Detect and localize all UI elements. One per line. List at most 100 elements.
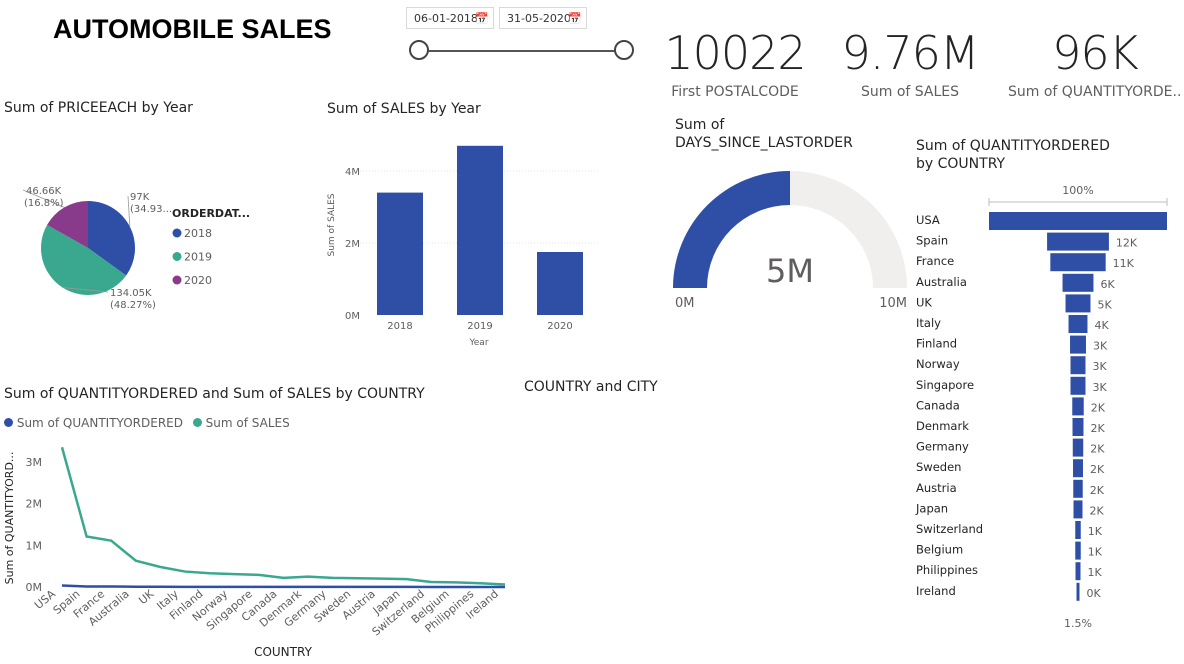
pie-slice-pct-label: (16.8%) [24, 198, 64, 209]
bar1-y-tick-label: 0M [345, 311, 360, 322]
bar1-x-tick-label: 2019 [467, 321, 492, 332]
funnel-category-label: Spain [916, 234, 948, 248]
funnel-bar-canada[interactable] [1072, 397, 1084, 416]
end-date-input[interactable]: 31-05-2020 📅 [499, 7, 587, 29]
pie-slice-value-label: 134.05K [110, 288, 152, 299]
funnel-bar-sweden[interactable] [1073, 459, 1083, 478]
pie-chart[interactable]: 97K(34.93... 134.05K(48.27%) 46.66K(16.8%)… [0, 170, 260, 330]
quantity-sales-line-chart[interactable]: 0M1M2M3M USASpainFranceAustralia UKItalyF… [0, 440, 520, 664]
bar1-y-tick-label: 4M [345, 167, 360, 178]
funnel-bar-spain[interactable] [1047, 232, 1109, 251]
funnel-bar-finland[interactable] [1070, 335, 1086, 354]
days-since-lastorder-gauge[interactable]: 5M 0M 10M [665, 160, 915, 320]
funnel-data-label: 1K [1088, 525, 1103, 538]
date-slider-end-handle[interactable] [614, 40, 634, 60]
sales-year-x-axis-title: Year [468, 338, 488, 348]
funnel-bar-japan[interactable] [1073, 500, 1083, 519]
start-date-input[interactable]: 06-01-2018 📅 [406, 7, 494, 29]
funnel-bar-switzerland[interactable] [1075, 521, 1081, 539]
funnel-data-label: 6K [1100, 278, 1115, 291]
card-quantity-value: 96K [1052, 26, 1139, 80]
card-quantity-label: Sum of QUANTITYORDE... [1008, 84, 1182, 100]
funnel-category-label: Japan [915, 501, 948, 515]
funnel-bar-usa[interactable] [989, 212, 1167, 230]
funnel-category-label: Finland [916, 337, 957, 351]
bar1-bar-2020[interactable] [537, 252, 583, 315]
pie-legend-marker [172, 228, 182, 238]
funnel-bar-ireland[interactable] [1076, 582, 1080, 601]
line-chart-legend: Sum of QUANTITYORDERED Sum of SALES [4, 416, 290, 430]
pie-legend-marker [172, 252, 182, 261]
funnel-top-label: 100% [1062, 184, 1093, 197]
legend-marker-sales [192, 418, 202, 427]
funnel-bar-germany[interactable] [1072, 438, 1084, 457]
calendar-icon[interactable]: 📅 [475, 8, 489, 30]
funnel-bar-italy[interactable] [1068, 315, 1088, 333]
funnel-bar-austria[interactable] [1073, 479, 1083, 498]
pie-legend-label[interactable]: 2019 [184, 251, 212, 264]
gauge-value-label: 5M [766, 252, 814, 290]
card-postalcode-value: 10022 [664, 26, 806, 80]
start-date-value: 06-01-2018 [414, 12, 478, 25]
funnel-data-label: 2K [1089, 504, 1104, 517]
funnel-bottom-label: 1.5% [1064, 617, 1092, 630]
report-title: AUTOMOBILE SALES [53, 14, 332, 44]
quantity-by-country-funnel[interactable]: 100% USA Spain 12K France 11K Australia 6K UK 5K… [905, 178, 1180, 633]
gauge-min-label: 0M [675, 296, 695, 311]
line-series-quantity[interactable] [61, 584, 506, 589]
funnel-bar-singapore[interactable] [1070, 376, 1086, 395]
line-y-tick-label: 2M [26, 498, 43, 511]
bar1-bar-2018[interactable] [377, 192, 423, 315]
funnel-data-label: 3K [1092, 381, 1107, 394]
pie-legend-label[interactable]: 2018 [184, 227, 212, 240]
legend-label-quantity[interactable]: Sum of QUANTITYORDERED [17, 416, 183, 430]
date-slider-start-handle[interactable] [409, 40, 429, 60]
funnel-category-label: Canada [916, 398, 960, 412]
funnel-data-label: 1K [1088, 546, 1103, 559]
line-x-axis-title: COUNTRY [254, 645, 312, 659]
funnel-bar-philippines[interactable] [1075, 562, 1081, 581]
funnel-category-label: Philippines [916, 563, 978, 577]
legend-marker-quantity [4, 418, 13, 427]
funnel-bar-france[interactable] [1050, 253, 1106, 272]
funnel-data-label: 2K [1091, 401, 1106, 414]
funnel-data-label: 2K [1090, 463, 1105, 476]
line-x-tick-label: UK [136, 587, 157, 607]
funnel-data-label: 2K [1090, 443, 1105, 456]
line-y-tick-label: 3M [26, 456, 43, 469]
card-sales-label: Sum of SALES [860, 84, 960, 100]
funnel-category-label: Belgium [916, 543, 963, 557]
funnel-category-label: Switzerland [916, 522, 983, 536]
pie-slice-value-label: 97K [130, 192, 150, 203]
gauge-max-label: 10M [879, 296, 907, 311]
sales-by-year-chart[interactable]: 2018 2019 2020 0M 2M 4M Year Sum of SALES [320, 130, 610, 355]
funnel-bar-denmark[interactable] [1072, 418, 1084, 436]
pie-slice-pct-label: (48.27%) [110, 300, 156, 311]
pie-chart-title: Sum of PRICEEACH by Year [4, 100, 193, 116]
country-city-title: COUNTRY and CITY [524, 379, 658, 395]
pie-legend-title: ORDERDAT... [172, 207, 250, 220]
funnel-category-label: USA [916, 213, 940, 227]
line-y-tick-label: 1M [26, 539, 43, 552]
legend-label-sales[interactable]: Sum of SALES [206, 416, 290, 430]
date-range-slider-track[interactable] [420, 50, 625, 52]
funnel-category-label: UK [916, 295, 932, 309]
funnel-data-label: 12K [1116, 237, 1138, 250]
funnel-data-label: 2K [1090, 484, 1105, 497]
funnel-bar-belgium[interactable] [1075, 541, 1081, 560]
bar1-bar-2019[interactable] [457, 145, 503, 315]
calendar-icon[interactable]: 📅 [568, 8, 582, 30]
funnel-category-label: Austria [916, 481, 957, 495]
funnel-data-label: 3K [1092, 360, 1107, 373]
bar1-x-tick-label: 2018 [387, 321, 412, 332]
funnel-bar-norway[interactable] [1070, 356, 1086, 375]
line-chart-title: Sum of QUANTITYORDERED and Sum of SALES … [4, 386, 425, 402]
funnel-bar-uk[interactable] [1065, 294, 1091, 313]
funnel-category-label: Norway [916, 357, 960, 371]
pie-legend-label[interactable]: 2020 [184, 274, 212, 287]
funnel-category-label: Ireland [916, 584, 956, 598]
funnel-category-label: France [916, 254, 954, 268]
funnel-bar-australia[interactable] [1062, 273, 1094, 292]
funnel-data-label: 0K [1087, 587, 1102, 600]
line-series-sales[interactable] [60, 446, 506, 586]
